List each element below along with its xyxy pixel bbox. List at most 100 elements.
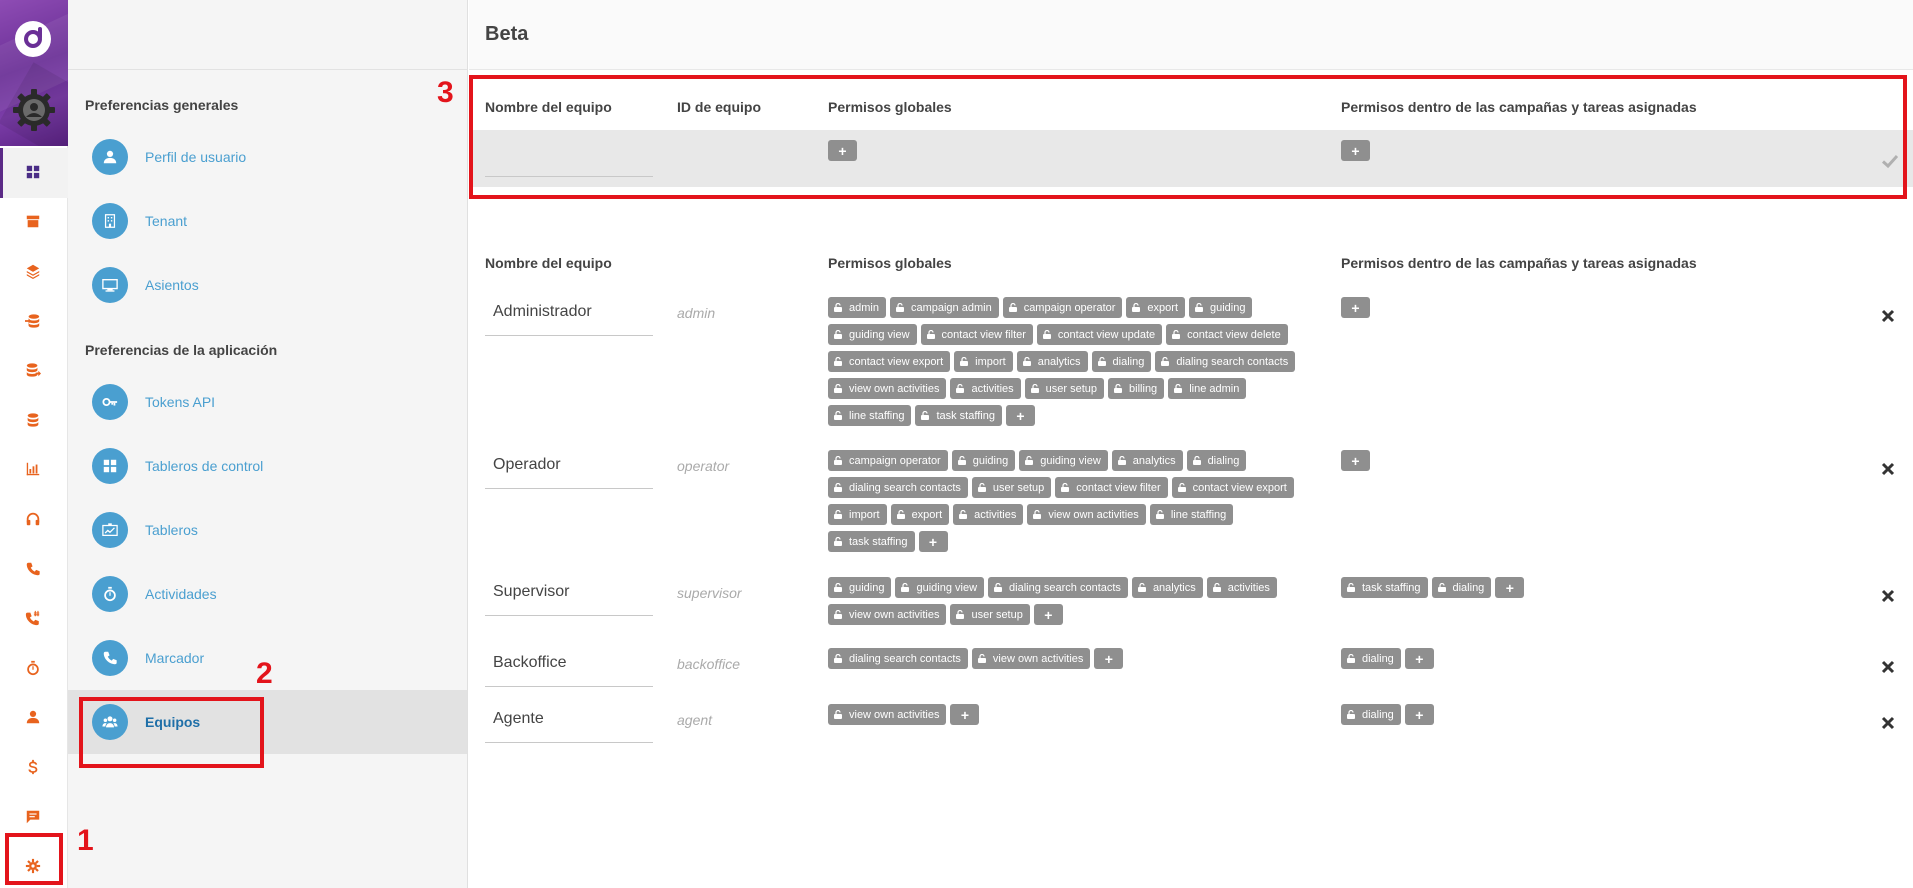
- permission-tag[interactable]: campaign operator: [828, 450, 948, 471]
- permission-tag[interactable]: dialing: [1091, 351, 1152, 372]
- permission-tag[interactable]: task staffing: [828, 531, 915, 552]
- permission-tag[interactable]: contact view delete: [1166, 324, 1288, 345]
- permission-tag[interactable]: task staffing: [915, 405, 1002, 426]
- rail-item-phone[interactable]: [0, 545, 68, 595]
- permission-tag[interactable]: analytics: [1016, 351, 1088, 372]
- permission-tag[interactable]: export: [890, 504, 950, 525]
- team-name-input[interactable]: Backoffice: [485, 642, 653, 687]
- add-campaign-permission-button[interactable]: +: [1495, 577, 1525, 598]
- rail-item-dashboard[interactable]: [0, 148, 68, 198]
- delete-team-icon[interactable]: [1881, 309, 1895, 323]
- permission-tag[interactable]: guiding view: [828, 324, 917, 345]
- rail-item-user[interactable]: [0, 694, 68, 744]
- rail-item-stopwatch[interactable]: [0, 644, 68, 694]
- permission-tag[interactable]: contact view filter: [920, 324, 1033, 345]
- add-global-permission-button[interactable]: +: [1033, 604, 1063, 625]
- settings-item-tokens-api[interactable]: Tokens API: [68, 370, 467, 434]
- permission-tag[interactable]: view own activities: [828, 704, 947, 725]
- add-global-permission-button[interactable]: +: [1005, 405, 1035, 426]
- rail-item-database[interactable]: [0, 396, 68, 446]
- add-campaign-permission-button[interactable]: +: [1404, 648, 1434, 669]
- permission-tag[interactable]: import: [954, 351, 1013, 372]
- rail-item-database-export[interactable]: [0, 346, 68, 396]
- add-campaign-permission-button[interactable]: +: [1341, 297, 1370, 318]
- app-logo[interactable]: [15, 21, 51, 57]
- rail-item-layers[interactable]: [0, 247, 68, 297]
- permission-tag[interactable]: billing: [1108, 378, 1165, 399]
- add-campaign-permission-button[interactable]: +: [1341, 450, 1370, 471]
- permission-tag[interactable]: activities: [953, 504, 1024, 525]
- permission-tag[interactable]: contact view export: [1171, 477, 1294, 498]
- permission-tag[interactable]: dialing: [1341, 648, 1401, 669]
- permission-tag[interactable]: guiding: [828, 577, 892, 598]
- annotation-number-1: 1: [77, 824, 94, 857]
- rail-item-phone-hash[interactable]: [0, 594, 68, 644]
- permission-tag[interactable]: guiding view: [1019, 450, 1108, 471]
- settings-item-label: Asientos: [145, 277, 199, 293]
- permission-tag[interactable]: view own activities: [971, 648, 1091, 669]
- bar-chart-icon: [25, 461, 43, 479]
- settings-item-actividades[interactable]: Actividades: [68, 562, 467, 626]
- permission-tag[interactable]: dialing: [1341, 704, 1401, 725]
- permission-tag[interactable]: view own activities: [1027, 504, 1146, 525]
- permission-tag[interactable]: admin: [828, 297, 886, 318]
- user-icon: [25, 709, 43, 727]
- permission-tag[interactable]: activities: [950, 378, 1021, 399]
- permission-tag[interactable]: dialing search contacts: [828, 477, 968, 498]
- permission-tag[interactable]: contact view export: [828, 351, 951, 372]
- team-name-input[interactable]: Agente: [485, 698, 653, 743]
- settings-item-asientos[interactable]: Asientos: [68, 253, 467, 317]
- permission-tag[interactable]: user setup: [971, 477, 1052, 498]
- delete-team-icon[interactable]: [1881, 462, 1895, 476]
- settings-item-tableros[interactable]: Tableros: [68, 498, 467, 562]
- permission-tag[interactable]: dialing: [1431, 577, 1492, 598]
- settings-item-perfil-de-usuario[interactable]: Perfil de usuario: [68, 125, 467, 189]
- permission-tag[interactable]: guiding: [1189, 297, 1253, 318]
- add-global-permission-button[interactable]: +: [918, 531, 948, 552]
- permission-tag[interactable]: import: [828, 504, 887, 525]
- add-global-permission-button[interactable]: +: [950, 704, 980, 725]
- settings-item-tenant[interactable]: Tenant: [68, 189, 467, 253]
- permission-tag[interactable]: view own activities: [828, 378, 947, 399]
- permission-tag[interactable]: contact view filter: [1055, 477, 1168, 498]
- permission-tag[interactable]: dialing search contacts: [988, 577, 1128, 598]
- permission-tag[interactable]: dialing: [1186, 450, 1247, 471]
- permission-tag[interactable]: line staffing: [828, 405, 912, 426]
- permission-tag[interactable]: guiding view: [895, 577, 985, 598]
- settings-item-tableros-de-control[interactable]: Tableros de control: [68, 434, 467, 498]
- permission-tag[interactable]: user setup: [1024, 378, 1105, 399]
- lock-icon: [1137, 583, 1146, 592]
- add-campaign-permission-button[interactable]: +: [1404, 704, 1434, 725]
- permission-tag[interactable]: user setup: [950, 604, 1030, 625]
- rail-item-headset[interactable]: [0, 495, 68, 545]
- permission-tag[interactable]: export: [1126, 297, 1185, 318]
- user-avatar-gear-icon[interactable]: [12, 88, 56, 132]
- permission-tag[interactable]: dialing search contacts: [828, 648, 968, 669]
- team-name-input[interactable]: Administrador: [485, 291, 653, 336]
- lock-icon: [1155, 510, 1164, 519]
- permission-tag[interactable]: task staffing: [1341, 577, 1428, 598]
- permission-tag[interactable]: activities: [1206, 577, 1277, 598]
- rail-item-bar-chart[interactable]: [0, 446, 68, 496]
- add-global-permission-button[interactable]: +: [1094, 648, 1124, 669]
- team-name-input[interactable]: Operador: [485, 444, 653, 489]
- lock-icon: [834, 583, 842, 592]
- rail-item-archive[interactable]: [0, 198, 68, 248]
- permission-tag[interactable]: analytics: [1111, 450, 1183, 471]
- permission-tag[interactable]: line admin: [1168, 378, 1247, 399]
- permission-tag[interactable]: guiding: [951, 450, 1016, 471]
- permission-tag[interactable]: line staffing: [1149, 504, 1234, 525]
- permission-tag[interactable]: view own activities: [828, 604, 947, 625]
- permission-tag[interactable]: analytics: [1131, 577, 1203, 598]
- delete-team-icon[interactable]: [1881, 589, 1895, 603]
- team-name-input[interactable]: Supervisor: [485, 571, 653, 616]
- permission-tag[interactable]: campaign admin: [889, 297, 999, 318]
- permission-tag[interactable]: dialing search contacts: [1155, 351, 1296, 372]
- delete-team-icon[interactable]: [1881, 660, 1895, 674]
- lock-icon: [834, 537, 842, 546]
- delete-team-icon[interactable]: [1881, 716, 1895, 730]
- permission-tag[interactable]: campaign operator: [1002, 297, 1123, 318]
- rail-item-database-import[interactable]: [0, 297, 68, 347]
- permission-tag[interactable]: contact view update: [1036, 324, 1163, 345]
- rail-item-dollar[interactable]: [0, 743, 68, 793]
